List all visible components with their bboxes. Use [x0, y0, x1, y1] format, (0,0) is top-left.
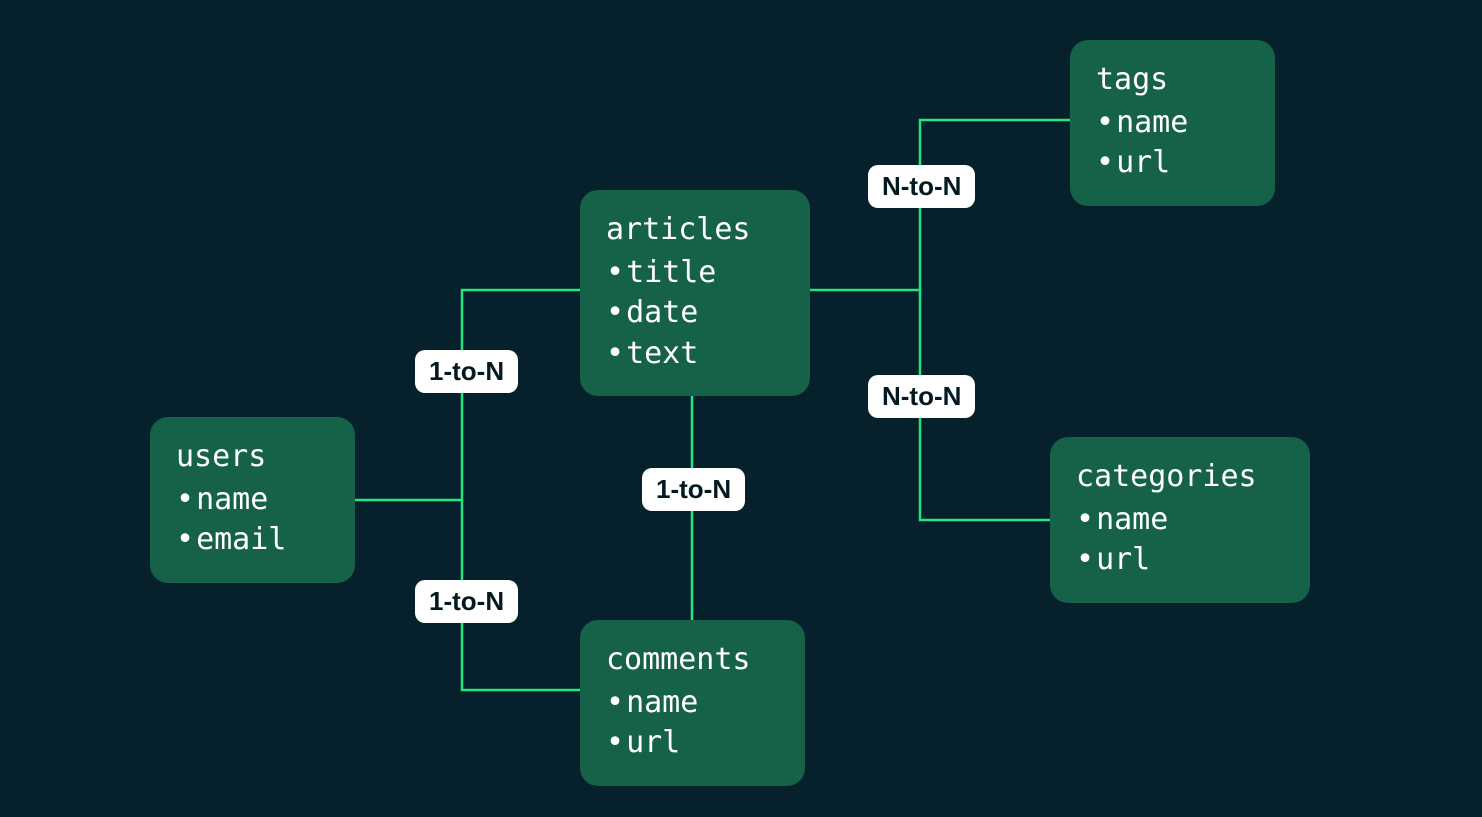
entity-field: name: [176, 480, 329, 521]
entity-comments: comments name url: [580, 620, 805, 786]
rel-articles-tags: N-to-N: [868, 165, 975, 208]
entity-field: name: [1076, 500, 1284, 541]
entity-title: tags: [1096, 60, 1249, 101]
entity-field: title: [606, 253, 784, 294]
entity-tags: tags name url: [1070, 40, 1275, 206]
entity-title: categories: [1076, 457, 1284, 498]
entity-users: users name email: [150, 417, 355, 583]
rel-articles-comments: 1-to-N: [642, 468, 745, 511]
er-diagram: { "entities": { "users": { "title": "use…: [0, 0, 1482, 817]
entity-title: users: [176, 437, 329, 478]
rel-users-articles: 1-to-N: [415, 350, 518, 393]
entity-field: url: [1096, 143, 1249, 184]
entity-field: name: [1096, 103, 1249, 144]
entity-title: comments: [606, 640, 779, 681]
entity-field: url: [606, 723, 779, 764]
entity-title: articles: [606, 210, 784, 251]
rel-articles-categories: N-to-N: [868, 375, 975, 418]
entity-field: url: [1076, 540, 1284, 581]
entity-categories: categories name url: [1050, 437, 1310, 603]
rel-users-comments: 1-to-N: [415, 580, 518, 623]
entity-articles: articles title date text: [580, 190, 810, 396]
entity-field: text: [606, 334, 784, 375]
entity-field: email: [176, 520, 329, 561]
entity-field: name: [606, 683, 779, 724]
entity-field: date: [606, 293, 784, 334]
